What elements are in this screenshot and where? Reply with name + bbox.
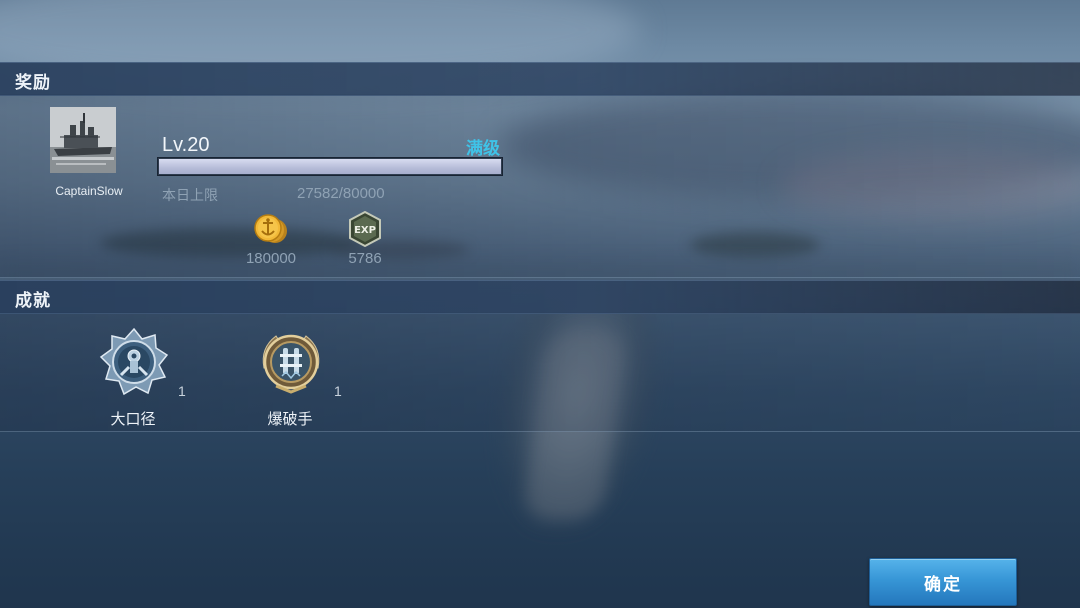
player-name: CaptainSlow: [55, 184, 123, 198]
badge-count: 1: [334, 383, 342, 399]
badge-name: 大口径: [110, 410, 156, 428]
battleship-photo-icon: [50, 107, 116, 173]
exp-reward-value: 5786: [348, 250, 382, 267]
result-screen: 奖励 CaptainSlow Lv.20 满级 本日上限 27582/80000: [0, 0, 1080, 608]
achievements-header: 成就: [0, 280, 1080, 314]
experience-progress-fill: [159, 159, 501, 174]
badge-count: 1: [178, 383, 186, 399]
rewards-header: 奖励: [0, 62, 1080, 96]
coin-reward-value: 180000: [245, 250, 297, 267]
level-label: Lv.20: [162, 134, 210, 156]
player-avatar: [50, 107, 116, 173]
daily-limit-value: 27582/80000: [297, 185, 385, 202]
daily-limit-label: 本日上限: [162, 188, 218, 204]
big-caliber-medal-icon[interactable]: [99, 327, 169, 397]
badge-name: 爆破手: [267, 410, 313, 428]
demolition-medal-icon[interactable]: [256, 328, 326, 398]
max-level-label: 满级: [466, 139, 500, 159]
exp-badge-icon: EXP: [348, 210, 382, 248]
rewards-title: 奖励: [15, 73, 51, 93]
achievements-title: 成就: [15, 291, 51, 311]
gold-anchor-coin-icon: [251, 212, 289, 246]
svg-text:EXP: EXP: [354, 225, 376, 236]
experience-progress-bar: [157, 157, 503, 176]
confirm-button[interactable]: 确定: [869, 558, 1017, 606]
